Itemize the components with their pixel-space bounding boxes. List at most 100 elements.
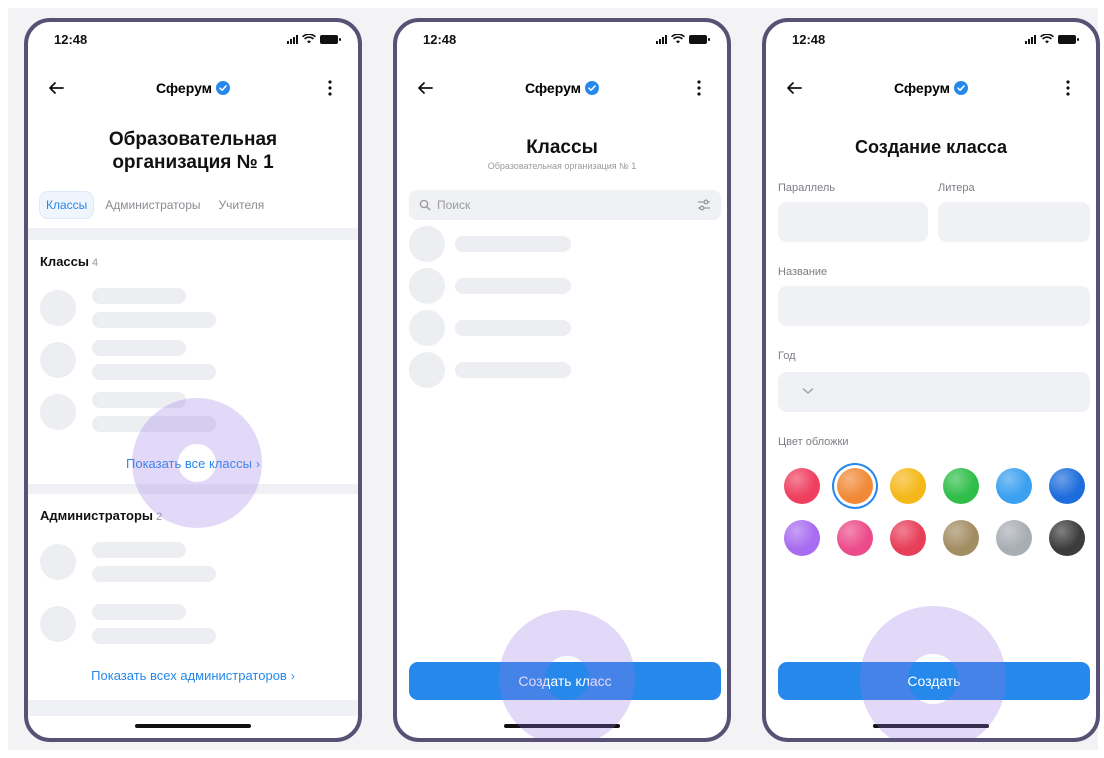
letter-field[interactable] [938, 202, 1090, 242]
color-swatch[interactable] [996, 468, 1032, 504]
search-input[interactable]: Поиск [409, 190, 721, 220]
color-swatch[interactable] [1049, 468, 1085, 504]
color-swatch[interactable] [784, 520, 820, 556]
home-indicator [135, 724, 251, 728]
color-swatch[interactable] [837, 468, 873, 504]
color-swatch[interactable] [943, 520, 979, 556]
verified-icon [585, 81, 600, 95]
verified-icon [216, 81, 231, 95]
signal-icon [287, 34, 298, 44]
skeleton-avatar [409, 352, 445, 388]
back-arrow-icon[interactable] [782, 76, 806, 100]
skeleton-line [455, 362, 571, 378]
phone-screen-create-class: 12:48 Сферум Создание класса Параллель Л… [762, 18, 1100, 742]
color-swatch[interactable] [890, 520, 926, 556]
skeleton-line [92, 628, 216, 644]
wifi-icon [671, 34, 685, 44]
cover-color-label: Цвет обложки [778, 436, 849, 448]
skeleton-avatar [40, 544, 76, 580]
tab-teachers[interactable]: Учителя [213, 192, 271, 218]
search-placeholder: Поиск [437, 198, 471, 212]
navigation-bar: Сферум [28, 74, 358, 102]
color-swatch[interactable] [1049, 520, 1085, 556]
status-bar: 12:48 [766, 22, 1096, 56]
back-arrow-icon[interactable] [413, 76, 437, 100]
skeleton-line [92, 566, 216, 582]
create-button[interactable]: Создать [778, 662, 1090, 700]
back-arrow-icon[interactable] [44, 76, 68, 100]
more-vertical-icon[interactable] [318, 76, 342, 100]
nav-title: Сферум [155, 80, 231, 96]
page-subtitle: Образовательная организация № 1 [487, 161, 637, 171]
more-vertical-icon[interactable] [1056, 76, 1080, 100]
skeleton-line [92, 364, 216, 380]
chevron-right-icon: › [255, 457, 260, 471]
color-swatch[interactable] [784, 468, 820, 504]
skeleton-line [92, 340, 186, 356]
create-class-button[interactable]: Создать класс [409, 662, 721, 700]
skeleton-line [92, 312, 216, 328]
name-field[interactable] [778, 286, 1090, 326]
section-divider [28, 228, 358, 240]
app-title: Сферум [893, 80, 951, 96]
skeleton-line [455, 236, 571, 252]
nav-title: Сферум [524, 80, 600, 96]
page-title-line-2: организация № 1 [112, 152, 274, 173]
more-vertical-icon[interactable] [687, 76, 711, 100]
show-all-administrators-label: Показать всех администраторов [91, 668, 287, 683]
show-all-classes-link[interactable]: Показать все классы › [28, 456, 358, 471]
home-indicator [873, 724, 989, 728]
skeleton-line [455, 320, 571, 336]
page-title: Образовательная организация № 1 [28, 128, 358, 174]
app-title: Сферум [155, 80, 213, 96]
skeleton-avatar [40, 342, 76, 378]
skeleton-line [92, 416, 216, 432]
show-all-administrators-link[interactable]: Показать всех администраторов › [28, 668, 358, 683]
status-time: 12:48 [792, 31, 826, 47]
parallel-field[interactable] [778, 202, 928, 242]
navigation-bar: Сферум [766, 74, 1096, 102]
chevron-right-icon: › [290, 669, 295, 683]
section-title-administrators: Администраторы 2 [40, 508, 162, 523]
home-indicator [504, 724, 620, 728]
skeleton-line [92, 604, 186, 620]
status-time: 12:48 [54, 31, 88, 47]
tab-classes[interactable]: Классы [40, 192, 94, 218]
page-title: Создание класса [854, 137, 1007, 157]
section-title-administrators-text: Администраторы [40, 508, 154, 523]
battery-icon [320, 34, 341, 44]
color-swatch[interactable] [943, 468, 979, 504]
skeleton-avatar [40, 290, 76, 326]
navigation-bar: Сферум [397, 74, 727, 102]
verified-icon [954, 81, 969, 95]
color-swatch[interactable] [837, 520, 873, 556]
page-title-line-1: Образовательная [108, 129, 278, 150]
skeleton-avatar [409, 310, 445, 346]
year-select[interactable] [778, 372, 1090, 412]
tab-bar: Классы Администраторы Учителя [40, 192, 270, 218]
filter-icon[interactable] [697, 199, 711, 211]
parallel-label: Параллель [778, 182, 835, 194]
app-title: Сферум [524, 80, 582, 96]
status-bar: 12:48 [28, 22, 358, 56]
skeleton-avatar [40, 394, 76, 430]
signal-icon [656, 34, 667, 44]
skeleton-line [455, 278, 571, 294]
color-swatch[interactable] [890, 468, 926, 504]
wifi-icon [302, 34, 316, 44]
skeleton-line [92, 288, 186, 304]
section-title-classes: Классы 4 [40, 254, 98, 269]
search-icon [419, 199, 431, 211]
status-bar: 12:48 [397, 22, 727, 56]
chevron-down-icon [802, 388, 814, 394]
tab-administrators[interactable]: Администраторы [99, 192, 206, 218]
letter-label: Литера [938, 182, 975, 194]
skeleton-avatar [409, 226, 445, 262]
color-swatch[interactable] [996, 520, 1032, 556]
section-divider [28, 484, 358, 494]
page-title: Классы [526, 137, 598, 158]
section-title-classes-text: Классы [40, 254, 89, 269]
administrators-count: 2 [156, 511, 163, 523]
year-label: Год [778, 350, 796, 362]
phone-screen-classes: 12:48 Сферум Классы Образовательная орга… [393, 18, 731, 742]
